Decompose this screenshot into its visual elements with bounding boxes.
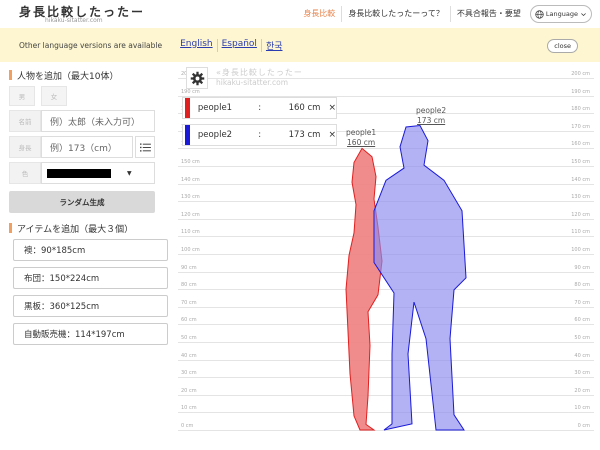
legend-height-people2: 173 cm: [288, 130, 321, 140]
gender-male-button[interactable]: 男: [9, 86, 35, 106]
figure-label-people1: people1 160 cm: [346, 128, 376, 148]
list-icon: [139, 142, 151, 152]
item-vending-machine[interactable]: 自動販売機：114*197cm: [13, 323, 168, 345]
legend-height-people1: 160 cm: [288, 103, 321, 113]
gear-icon: [190, 71, 204, 85]
figure-people2[interactable]: [373, 124, 467, 431]
height-list-button[interactable]: [135, 136, 155, 158]
logo-subtitle: hikaku-sitatter.com: [45, 17, 103, 24]
link-korean[interactable]: 한국: [262, 39, 287, 52]
sidebar: 人物を追加（最大10体） 男 女 名前 例）太郎（未入力可） 身長 例）173（…: [0, 62, 178, 450]
add-item-title: アイテムを追加（最大３個）: [9, 221, 178, 235]
nav-about[interactable]: 身長比較したったーって？: [342, 6, 451, 22]
remove-people1-icon[interactable]: ×: [328, 103, 336, 113]
header: 身長比較したったー hikaku-sitatter.com 身長比較 身長比較し…: [0, 0, 600, 28]
nav-height-compare[interactable]: 身長比較: [297, 6, 343, 22]
language-button[interactable]: Language: [529, 5, 592, 23]
legend-swatch-people2: [185, 125, 190, 145]
random-generate-button[interactable]: ランダム生成: [9, 191, 155, 213]
chevron-down-icon: [581, 12, 586, 16]
watermark-title: «身長比較したったー: [216, 68, 303, 77]
globe-icon: [535, 9, 544, 19]
add-person-title: 人物を追加（最大10体）: [9, 68, 178, 82]
language-notice: Other language versions are available En…: [0, 28, 600, 62]
figure-label-people2: people2 173 cm: [416, 106, 446, 126]
legend-name-people2: people2: [197, 130, 233, 140]
language-label: Language: [545, 10, 578, 18]
figure-name-people1: people1: [346, 128, 377, 138]
link-espanol[interactable]: Español: [218, 38, 262, 52]
legend-swatch-people1: [185, 98, 190, 118]
gender-female-button[interactable]: 女: [41, 86, 67, 106]
remove-people2-icon[interactable]: ×: [328, 130, 336, 140]
site-logo[interactable]: 身長比較したったー hikaku-sitatter.com: [19, 3, 145, 24]
figure-name-people2: people2: [416, 105, 447, 115]
item-futon[interactable]: 布団：150*224cm: [13, 267, 168, 289]
item-fusuma[interactable]: 襖：90*185cm: [13, 239, 168, 261]
top-nav: 身長比較 身長比較したったーって？ 不具合報告・要望 Language: [297, 5, 592, 23]
height-row: 身長 例）173（cm）: [9, 136, 178, 158]
language-links: English Español 한국: [176, 38, 287, 52]
figures-layer: [345, 124, 467, 431]
caret-down-icon: ▼: [127, 169, 132, 177]
figure-height-people2: 173 cm: [417, 115, 446, 125]
color-label: 色: [9, 162, 41, 184]
height-chart: 200 cm200 cm190 cm190 cm180 cm180 cm170 …: [178, 62, 594, 450]
legend-colon: :: [258, 103, 262, 113]
name-input[interactable]: 例）太郎（未入力可）: [41, 110, 155, 132]
name-row: 名前 例）太郎（未入力可）: [9, 110, 178, 132]
height-label: 身長: [9, 136, 41, 158]
gender-row: 男 女: [9, 86, 178, 106]
notice-text: Other language versions are available: [19, 40, 163, 50]
color-swatch: [47, 168, 111, 178]
nav-bug-report[interactable]: 不具合報告・要望: [451, 6, 527, 22]
close-button[interactable]: close: [547, 39, 578, 53]
height-input[interactable]: 例）173（cm）: [41, 136, 133, 158]
legend-row-people1[interactable]: people1 : 160 cm ×: [182, 97, 337, 119]
figure-people1[interactable]: [345, 147, 383, 431]
color-row: 色 ▼: [9, 162, 178, 184]
item-blackboard[interactable]: 黒板：360*125cm: [13, 295, 168, 317]
figure-height-people1: 160 cm: [347, 138, 376, 148]
settings-button[interactable]: [186, 67, 208, 89]
watermark-subtitle: hikaku-sitatter.com: [216, 78, 289, 87]
legend-row-people2[interactable]: people2 : 173 cm ×: [182, 124, 337, 146]
name-label: 名前: [9, 110, 41, 132]
legend-colon: :: [258, 130, 262, 140]
legend-name-people1: people1: [197, 103, 233, 113]
link-english[interactable]: English: [176, 38, 218, 52]
color-select[interactable]: ▼: [41, 162, 155, 184]
